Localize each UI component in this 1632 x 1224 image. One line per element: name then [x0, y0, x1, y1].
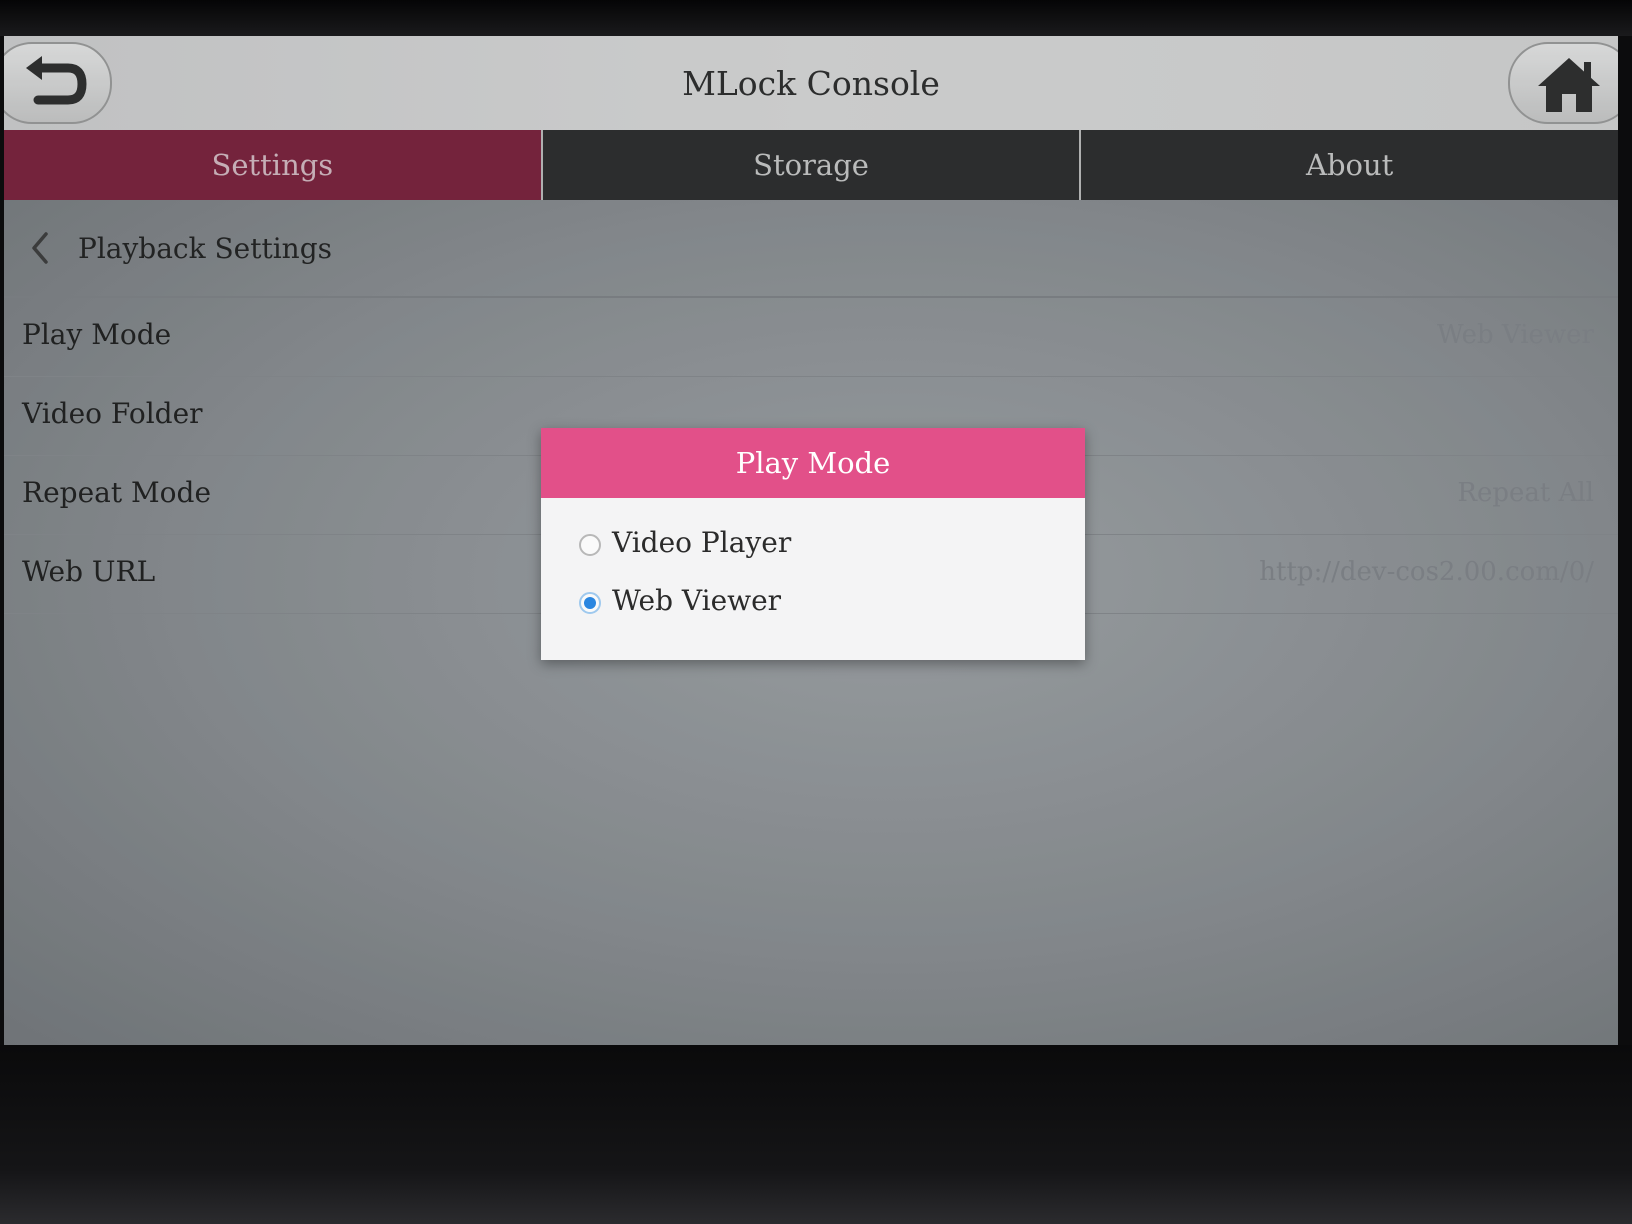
device-bezel-bottom: [0, 1045, 1632, 1224]
option-web-viewer[interactable]: Web Viewer: [579, 584, 1039, 628]
device-bezel-top: [0, 0, 1632, 36]
device-screen: MLock Console Settings Storage About Pla…: [4, 36, 1618, 1045]
option-label: Video Player: [612, 526, 792, 559]
play-mode-dialog: Play Mode Video Player Web Viewer: [541, 428, 1085, 660]
option-label: Web Viewer: [612, 584, 782, 617]
dialog-title: Play Mode: [541, 428, 1085, 498]
radio-button[interactable]: [579, 534, 601, 556]
option-video-player[interactable]: Video Player: [579, 526, 1039, 570]
radio-button-checked[interactable]: [579, 592, 601, 614]
